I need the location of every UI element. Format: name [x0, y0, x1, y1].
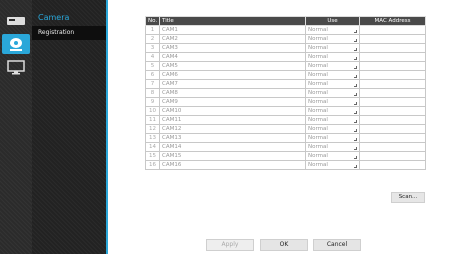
header-mac: MAC Address: [359, 16, 426, 26]
table-row[interactable]: 1 CAM1 Normal: [145, 25, 426, 35]
row-title[interactable]: CAM13: [159, 133, 306, 143]
row-use-select[interactable]: Normal: [305, 124, 360, 134]
row-mac-address: [359, 97, 426, 107]
row-use-select[interactable]: Normal: [305, 61, 360, 71]
row-number: 13: [145, 133, 160, 143]
row-number: 12: [145, 124, 160, 134]
device-icon[interactable]: [4, 12, 28, 30]
table-row[interactable]: 14 CAM14 Normal: [145, 142, 426, 152]
camera-table: No. Title Use MAC Address 1 CAM1 Normal 2 CA…: [145, 16, 426, 170]
header-title: Title: [159, 16, 306, 26]
row-mac-address: [359, 52, 426, 62]
icon-bar: [0, 0, 32, 254]
row-number: 16: [145, 160, 160, 170]
row-mac-address: [359, 151, 426, 161]
table-row[interactable]: 10 CAM10 Normal: [145, 106, 426, 116]
header-use: Use: [305, 16, 360, 26]
row-number: 5: [145, 61, 160, 71]
row-number: 2: [145, 34, 160, 44]
row-title[interactable]: CAM4: [159, 52, 306, 62]
row-title[interactable]: CAM14: [159, 142, 306, 152]
row-use-select[interactable]: Normal: [305, 34, 360, 44]
row-number: 11: [145, 115, 160, 125]
scan-button[interactable]: Scan...: [391, 192, 425, 203]
table-row[interactable]: 11 CAM11 Normal: [145, 115, 426, 125]
row-mac-address: [359, 124, 426, 134]
table-row[interactable]: 12 CAM12 Normal: [145, 124, 426, 134]
cancel-button[interactable]: Cancel: [313, 239, 361, 251]
monitor-icon[interactable]: [4, 58, 28, 76]
row-use-select[interactable]: Normal: [305, 115, 360, 125]
row-title[interactable]: CAM3: [159, 43, 306, 53]
row-title[interactable]: CAM9: [159, 97, 306, 107]
row-title[interactable]: CAM10: [159, 106, 306, 116]
row-number: 14: [145, 142, 160, 152]
row-mac-address: [359, 43, 426, 53]
row-number: 1: [145, 25, 160, 35]
table-row[interactable]: 6 CAM6 Normal: [145, 70, 426, 80]
row-use-select[interactable]: Normal: [305, 88, 360, 98]
row-mac-address: [359, 25, 426, 35]
table-row[interactable]: 9 CAM9 Normal: [145, 97, 426, 107]
row-use-select[interactable]: Normal: [305, 106, 360, 116]
row-use-select[interactable]: Normal: [305, 43, 360, 53]
row-number: 7: [145, 79, 160, 89]
row-mac-address: [359, 106, 426, 116]
row-mac-address: [359, 142, 426, 152]
row-mac-address: [359, 79, 426, 89]
table-body: 1 CAM1 Normal 2 CAM2 Normal 3 CAM3 Normal 4 CAM4 No…: [145, 25, 426, 170]
apply-button[interactable]: Apply: [206, 239, 254, 251]
row-use-select[interactable]: Normal: [305, 160, 360, 170]
header-no: No.: [145, 16, 160, 26]
camera-icon[interactable]: [2, 34, 30, 54]
row-mac-address: [359, 70, 426, 80]
row-number: 15: [145, 151, 160, 161]
table-row[interactable]: 16 CAM16 Normal: [145, 160, 426, 170]
row-mac-address: [359, 115, 426, 125]
table-row[interactable]: 13 CAM13 Normal: [145, 133, 426, 143]
row-use-select[interactable]: Normal: [305, 25, 360, 35]
row-title[interactable]: CAM11: [159, 115, 306, 125]
row-mac-address: [359, 61, 426, 71]
row-use-select[interactable]: Normal: [305, 70, 360, 80]
row-number: 9: [145, 97, 160, 107]
table-row[interactable]: 2 CAM2 Normal: [145, 34, 426, 44]
table-row[interactable]: 3 CAM3 Normal: [145, 43, 426, 53]
row-use-select[interactable]: Normal: [305, 142, 360, 152]
table-row[interactable]: 4 CAM4 Normal: [145, 52, 426, 62]
row-title[interactable]: CAM16: [159, 160, 306, 170]
ok-button[interactable]: OK: [260, 239, 308, 251]
table-header: No. Title Use MAC Address: [145, 16, 426, 26]
row-mac-address: [359, 88, 426, 98]
row-title[interactable]: CAM12: [159, 124, 306, 134]
table-row[interactable]: 7 CAM7 Normal: [145, 79, 426, 89]
row-mac-address: [359, 160, 426, 170]
row-mac-address: [359, 133, 426, 143]
row-number: 10: [145, 106, 160, 116]
row-title[interactable]: CAM15: [159, 151, 306, 161]
row-title[interactable]: CAM8: [159, 88, 306, 98]
sidebar: Camera Registration: [32, 0, 106, 254]
row-mac-address: [359, 34, 426, 44]
row-use-select[interactable]: Normal: [305, 133, 360, 143]
table-row[interactable]: 5 CAM5 Normal: [145, 61, 426, 71]
row-title[interactable]: CAM2: [159, 34, 306, 44]
row-number: 6: [145, 70, 160, 80]
row-use-select[interactable]: Normal: [305, 52, 360, 62]
row-use-select[interactable]: Normal: [305, 79, 360, 89]
row-number: 8: [145, 88, 160, 98]
row-title[interactable]: CAM7: [159, 79, 306, 89]
row-number: 4: [145, 52, 160, 62]
row-title[interactable]: CAM5: [159, 61, 306, 71]
sidebar-item-registration[interactable]: Registration: [32, 26, 106, 40]
row-use-select[interactable]: Normal: [305, 151, 360, 161]
table-row[interactable]: 8 CAM8 Normal: [145, 88, 426, 98]
row-number: 3: [145, 43, 160, 53]
row-title[interactable]: CAM6: [159, 70, 306, 80]
row-use-select[interactable]: Normal: [305, 97, 360, 107]
row-title[interactable]: CAM1: [159, 25, 306, 35]
sidebar-title: Camera: [38, 13, 70, 22]
table-row[interactable]: 15 CAM15 Normal: [145, 151, 426, 161]
